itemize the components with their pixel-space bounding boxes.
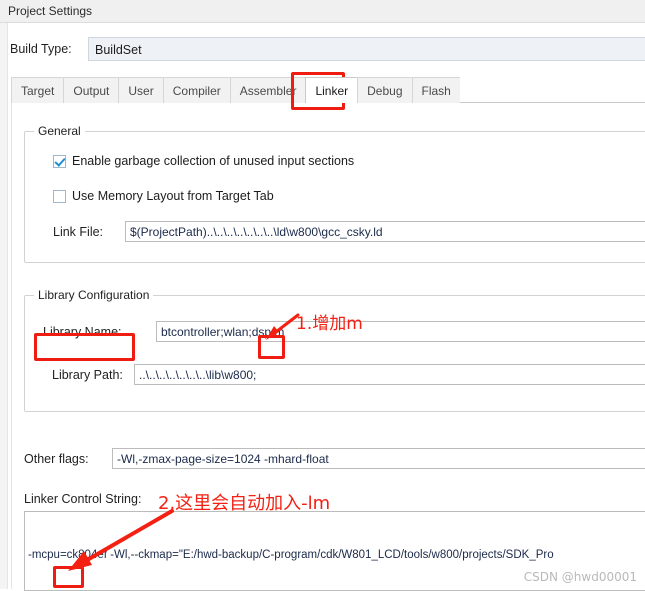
left-edge-strip (0, 23, 8, 589)
annotation-note-2: 2.这里会自动加入-lm (158, 493, 331, 514)
linker-control-string-line-1: -mcpu=ck804ef -Wl,--ckmap="E:/hwd-backup… (28, 549, 554, 561)
window-body: Build Type: BuildSet Target Output User … (0, 23, 645, 591)
memory-layout-checkbox-row[interactable]: Use Memory Layout from Target Tab (53, 189, 274, 203)
library-name-input[interactable]: btcontroller;wlan;dsp;m (156, 321, 645, 342)
tabstrip-filler (459, 77, 645, 103)
build-type-combo[interactable]: BuildSet (88, 37, 645, 61)
watermark-text: CSDN @hwd00001 (523, 570, 637, 584)
library-group-legend: Library Configuration (34, 288, 154, 302)
library-path-row: Library Path: ..\..\..\..\..\..\..\lib\w… (52, 364, 645, 385)
tab-linker[interactable]: Linker (305, 77, 358, 103)
other-flags-row: Other flags: -Wl,-zmax-page-size=1024 -m… (24, 448, 645, 469)
settings-tabstrip: Target Output User Compiler Assembler Li… (11, 76, 645, 104)
checkbox-icon-unchecked[interactable] (53, 189, 66, 203)
library-name-label: Library Name: (43, 324, 122, 339)
project-settings-window: Project Settings Build Type: BuildSet Ta… (0, 0, 645, 591)
build-type-row: Build Type: BuildSet (10, 37, 645, 61)
checkbox-icon-checked[interactable] (53, 154, 66, 168)
tab-flash[interactable]: Flash (411, 77, 460, 103)
window-titlebar: Project Settings (0, 0, 645, 23)
tab-compiler[interactable]: Compiler (162, 77, 230, 103)
build-type-label: Build Type: (10, 42, 72, 56)
tab-assembler[interactable]: Assembler (229, 77, 306, 103)
general-groupbox: General Enable garbage collection of unu… (24, 124, 645, 263)
window-title: Project Settings (8, 4, 93, 18)
general-group-legend: General (34, 124, 85, 138)
linker-tab-panel: General Enable garbage collection of unu… (11, 103, 645, 591)
library-path-label: Library Path: (52, 367, 123, 382)
library-path-input[interactable]: ..\..\..\..\..\..\..\lib\w800; (134, 364, 645, 385)
link-file-input[interactable]: $(ProjectPath)..\..\..\..\..\..\..\ld\w8… (125, 221, 645, 242)
link-file-row: Link File: $(ProjectPath)..\..\..\..\..\… (53, 221, 645, 242)
tab-user[interactable]: User (118, 77, 163, 103)
tab-debug[interactable]: Debug (357, 77, 412, 103)
tab-target[interactable]: Target (11, 77, 64, 103)
tab-output[interactable]: Output (63, 77, 119, 103)
linker-control-string-label: Linker Control String: (24, 492, 142, 506)
annotation-note-1: 1.增加m (296, 314, 363, 334)
memory-layout-label: Use Memory Layout from Target Tab (72, 189, 274, 203)
other-flags-label: Other flags: (24, 451, 89, 466)
garbage-collection-label: Enable garbage collection of unused inpu… (72, 154, 355, 168)
other-flags-input[interactable]: -Wl,-zmax-page-size=1024 -mhard-float (112, 448, 645, 469)
garbage-collection-checkbox-row[interactable]: Enable garbage collection of unused inpu… (53, 154, 354, 168)
link-file-label: Link File: (53, 224, 104, 239)
